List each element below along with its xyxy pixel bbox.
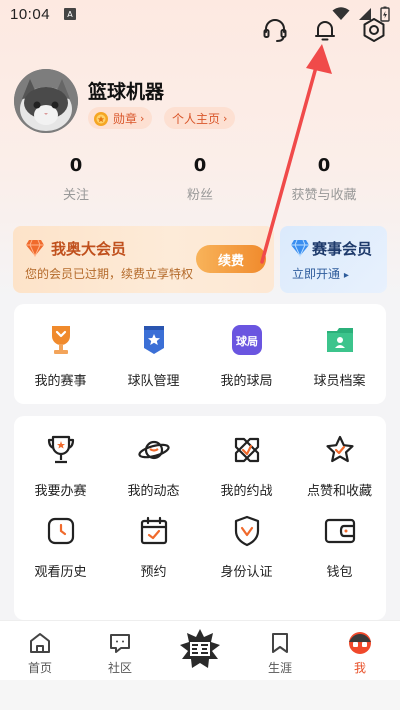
vip-card[interactable]: 我奥大会员 您的会员已过期，续费立享特权 续费 [13,226,274,293]
stat-likes[interactable]: 0 获赞与收藏 [262,155,386,203]
vip-subtitle: 您的会员已过期，续费立享特权 [25,267,194,281]
vip-title: 我奥大会员 [51,240,127,258]
star-icon [322,432,358,468]
service-label: 点赞和收藏 [306,484,372,499]
menu-my-events[interactable]: 我的赛事 [14,322,107,389]
planet-icon [136,432,172,468]
medal-icon [94,112,108,126]
verify-shield-icon [229,513,265,549]
system-nav-bar [0,680,400,710]
tab-label: 首页 [27,661,52,675]
stat-value: 0 [69,155,83,176]
badge-label: 勋章 [113,111,138,126]
tab-home[interactable]: 首页 [0,621,80,680]
service-label: 我的动态 [127,484,180,499]
bottom-tab-bar: 首页 社区 生涯 我 [0,620,400,680]
stat-label: 关注 [62,188,89,203]
status-time: 10:04 [10,5,51,23]
badge-chip[interactable]: 勋章 › [88,107,153,129]
service-label: 我的约战 [220,484,273,499]
tab-me[interactable]: 我 [320,621,400,680]
stat-value: 0 [193,155,207,176]
home-icon [30,633,50,653]
tab-label: 我 [353,661,366,675]
blue-diamond-icon [291,239,309,257]
stat-label: 获赞与收藏 [291,188,357,203]
tab-label: 社区 [107,661,132,675]
wallet-icon [322,513,358,549]
service-label: 身份认证 [220,565,273,580]
menu-player-file[interactable]: 球员档案 [293,322,386,389]
homepage-label: 个人主页 [172,111,221,126]
event-member-title: 赛事会员 [312,240,373,258]
career-bookmark-icon [272,633,288,653]
service-likes-favorites[interactable]: 点赞和收藏 [293,432,386,499]
service-identity-verification[interactable]: 身份认证 [200,513,293,580]
quick-menu-card: 我的赛事 球队管理 球局 我的球局 球员档案 [14,304,386,404]
menu-label: 球员档案 [313,374,366,389]
stats-row: 0 关注 0 粉丝 0 获赞与收藏 [0,155,400,203]
menu-my-games[interactable]: 球局 我的球局 [200,322,293,389]
menu-label: 我的赛事 [34,374,87,389]
bell-icon[interactable] [309,14,341,46]
center-logo-icon [180,629,220,668]
stat-following[interactable]: 0 关注 [14,155,138,203]
service-my-challenges[interactable]: 我的约战 [200,432,293,499]
tab-center[interactable] [160,621,240,680]
trophy-icon [43,322,79,358]
crossed-swords-icon [229,432,265,468]
settings-icon[interactable] [358,14,390,46]
community-icon [110,634,130,653]
clock-icon [43,513,79,549]
event-member-subtitle: 立即开通 ▸ [292,265,349,282]
me-face-icon [349,632,371,654]
menu-label: 我的球局 [220,374,273,389]
stat-label: 粉丝 [186,188,213,203]
event-member-card[interactable]: 赛事会员 立即开通 ▸ [280,226,387,293]
diamond-icon [26,239,44,257]
chevron-right-icon: › [140,111,145,125]
renew-button[interactable]: 续费 [196,245,266,273]
service-label: 钱包 [326,565,353,580]
triangle-right-icon: ▸ [343,270,349,281]
calendar-icon [136,513,172,549]
event-member-action: 立即开通 [292,267,341,281]
service-label: 预约 [140,565,167,580]
service-host-event[interactable]: 我要办赛 [14,432,107,499]
service-booking[interactable]: 预约 [107,513,200,580]
service-label: 我要办赛 [34,484,87,499]
menu-label: 球队管理 [127,374,180,389]
chevron-right-icon: › [223,111,228,125]
service-wallet[interactable]: 钱包 [293,513,386,580]
headset-icon[interactable] [259,14,291,46]
services-card: 我要办赛 我的动态 我的约战 点赞和收藏 观看历史 预约 身份认证 钱包 [14,416,386,620]
username: 篮球机器 [88,81,165,103]
homepage-chip[interactable]: 个人主页 › [164,107,236,129]
stat-followers[interactable]: 0 粉丝 [138,155,262,203]
service-label: 观看历史 [34,565,87,580]
tab-community[interactable]: 社区 [80,621,160,680]
sim-icon: A [64,8,77,20]
stat-value: 0 [317,155,331,176]
svg-text:球局: 球局 [236,334,258,348]
player-file-icon [322,322,358,358]
tab-career[interactable]: 生涯 [240,621,320,680]
cup-icon [43,432,79,468]
service-my-posts[interactable]: 我的动态 [107,432,200,499]
game-badge-icon: 球局 [229,322,265,358]
team-shield-icon [136,322,172,358]
service-watch-history[interactable]: 观看历史 [14,513,107,580]
profile-section: 篮球机器 勋章 › 个人主页 › [14,69,386,133]
menu-team-management[interactable]: 球队管理 [107,322,200,389]
tab-label: 生涯 [267,661,292,675]
avatar[interactable] [14,69,78,133]
